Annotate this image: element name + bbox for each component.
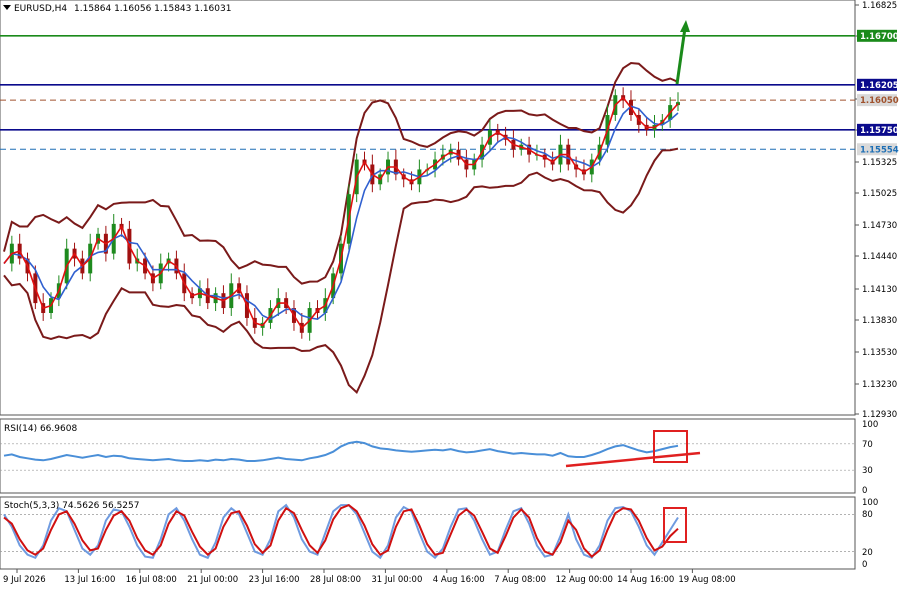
stoch-axis-label: 100 xyxy=(862,498,878,508)
rsi-header: RSI(14) 66.9608 xyxy=(4,424,77,434)
stoch-header: Stoch(5,3,3) 74.5626 56.5257 xyxy=(4,501,139,511)
price-tag-label: 1.16205 xyxy=(860,81,899,91)
rsi-axis-label: 70 xyxy=(862,440,873,450)
time-axis-label: 7 Aug 08:00 xyxy=(494,575,546,585)
time-axis-label: 16 Jul 08:00 xyxy=(126,575,177,585)
price-tag-label: 1.16050 xyxy=(860,96,899,106)
time-axis-label: 12 Aug 00:00 xyxy=(556,575,613,585)
time-axis-label: 14 Aug 16:00 xyxy=(617,575,674,585)
rsi-axis-label: 100 xyxy=(862,420,878,430)
price-axis-label: 1.15325 xyxy=(862,158,897,168)
stoch-axis-label: 0 xyxy=(862,560,867,570)
price-axis-label: 1.13230 xyxy=(862,380,897,390)
price-tag-label: 1.16700 xyxy=(860,32,899,42)
time-axis-label: 21 Jul 00:00 xyxy=(187,575,238,585)
stoch-axis-label: 80 xyxy=(862,510,873,520)
price-axis-label: 1.16825 xyxy=(862,1,897,11)
price-axis-label: 1.15025 xyxy=(862,189,897,199)
rsi-axis-label: 30 xyxy=(862,466,873,476)
time-axis-label: 23 Jul 16:00 xyxy=(249,575,300,585)
time-axis-label: 31 Jul 00:00 xyxy=(371,575,422,585)
rsi-panel xyxy=(0,418,856,494)
time-axis-label: 9 Jul 2026 xyxy=(3,575,46,585)
price-axis-label: 1.14440 xyxy=(862,252,897,262)
symbol-label: EURUSD,H4 xyxy=(14,4,67,14)
time-axis-label: 4 Aug 16:00 xyxy=(433,575,485,585)
stoch-axis-label: 20 xyxy=(862,548,873,558)
price-axis-label: 1.12930 xyxy=(862,410,897,420)
price-axis-label: 1.14730 xyxy=(862,221,897,231)
price-axis-label: 1.13830 xyxy=(862,316,897,326)
time-axis-label: 28 Jul 08:00 xyxy=(310,575,361,585)
price-tag-label: 1.15554 xyxy=(860,145,899,155)
time-axis-label: 13 Jul 16:00 xyxy=(64,575,115,585)
ohlc-values: 1.15864 1.16056 1.15843 1.16031 xyxy=(74,4,231,14)
main-panel xyxy=(0,0,856,416)
chart: EURUSD,H4 1.15864 1.16056 1.15843 1.1603… xyxy=(0,0,900,587)
price-axis-label: 1.13530 xyxy=(862,348,897,358)
price-axis-label: 1.14130 xyxy=(862,285,897,295)
time-axis-label: 19 Aug 08:00 xyxy=(678,575,735,585)
rsi-axis-label: 0 xyxy=(862,486,867,496)
price-tag-label: 1.15750 xyxy=(860,126,899,136)
